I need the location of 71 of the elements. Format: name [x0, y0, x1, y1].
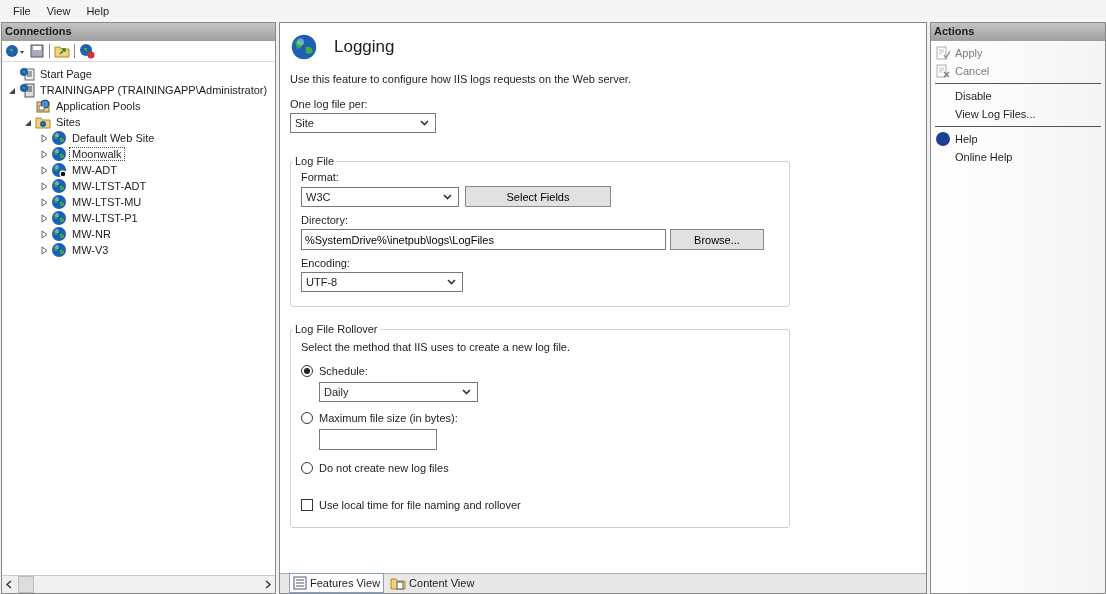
folder-document-icon	[390, 576, 407, 590]
dropdown[interactable]: Daily	[319, 382, 478, 402]
description-text: Select the method that IIS uses to create a new log file.	[301, 341, 572, 353]
action-link[interactable]: Disable	[955, 90, 992, 102]
radio-label: Do not create new log files	[319, 462, 449, 474]
tree-item[interactable]: TRAININGAPP (TRAININGAPP\Administrator)	[37, 83, 271, 97]
group-title: Log File Rollover	[294, 323, 379, 335]
expand-arrow-icon[interactable]	[40, 213, 49, 223]
globe-icon	[290, 33, 318, 61]
description-text: Use this feature to configure how IIS logs requests on the Web server.	[290, 73, 631, 85]
radio-button[interactable]	[301, 412, 313, 424]
tree-item[interactable]: MW-V3	[69, 243, 112, 257]
save-icon[interactable]	[29, 43, 45, 59]
field-label: Directory:	[301, 214, 350, 226]
tree-item[interactable]: Default Web Site	[69, 131, 158, 145]
tree-item[interactable]: MW-LTST-ADT	[69, 179, 150, 193]
expand-arrow-icon[interactable]	[40, 197, 49, 207]
action-link[interactable]: Help	[955, 133, 978, 145]
menu-item[interactable]: File	[6, 3, 38, 19]
menu-item[interactable]: Help	[79, 3, 116, 19]
tree-item[interactable]: Sites	[53, 115, 84, 129]
checkbox-label: Use local time for file naming and rollover	[319, 499, 521, 511]
expand-arrow-icon[interactable]	[40, 245, 49, 255]
tree-item[interactable]: MW-LTST-P1	[69, 211, 141, 225]
radio-button[interactable]	[301, 365, 313, 377]
connections-header: Connections	[2, 23, 275, 41]
tree-item[interactable]: MW-NR	[69, 227, 114, 241]
expand-arrow-icon[interactable]	[40, 149, 49, 159]
directory-field[interactable]: %SystemDrive%\inetpub\logs\LogFiles	[301, 229, 666, 250]
tree-item[interactable]: MW-LTST-MU	[69, 195, 145, 209]
action-link[interactable]: View Log Files...	[955, 108, 1036, 120]
scrollbar-thumb[interactable]	[18, 576, 34, 593]
radio-label: Schedule:	[319, 365, 368, 377]
view-tab[interactable]: Content View	[386, 573, 479, 593]
document-cross-icon	[935, 63, 951, 79]
dropdown[interactable]: W3C	[301, 186, 459, 207]
document-check-icon	[935, 45, 951, 61]
expand-arrow-icon[interactable]	[40, 133, 49, 143]
list-view-icon	[293, 576, 307, 590]
radio-button[interactable]	[301, 462, 313, 474]
group-title: Log File	[294, 155, 336, 167]
tree-item[interactable]: MW-ADT	[69, 163, 120, 177]
browse-button[interactable]: Browse...	[670, 229, 764, 250]
globe-connect-icon[interactable]	[79, 43, 95, 59]
dropdown[interactable]: Site	[290, 113, 436, 133]
expand-arrow-icon[interactable]	[40, 181, 49, 191]
server-icon	[19, 82, 35, 98]
menu-item[interactable]: View	[39, 3, 78, 19]
checkbox[interactable]	[301, 499, 313, 511]
folder-icon	[35, 114, 51, 130]
page-title: Logging	[334, 37, 395, 57]
action-link[interactable]: Online Help	[955, 151, 1013, 163]
tree-item[interactable]: Application Pools	[53, 99, 144, 113]
field-label: Encoding:	[301, 257, 351, 269]
actions-header: Actions	[931, 23, 1105, 41]
application-pools-icon	[35, 98, 51, 114]
tree-item[interactable]: Moonwalk	[69, 147, 125, 161]
select-fields-button[interactable]: Select Fields	[465, 186, 611, 207]
folder-arrow-icon[interactable]	[54, 43, 70, 59]
help-icon	[935, 131, 951, 147]
expand-arrow-icon[interactable]	[40, 229, 49, 239]
radio-label: Maximum file size (in bytes):	[319, 412, 458, 424]
globe-dropdown-icon[interactable]	[5, 43, 25, 59]
file-size-field[interactable]	[319, 429, 437, 450]
start-page-icon	[19, 66, 35, 82]
field-label: Format:	[301, 171, 340, 183]
expand-arrow-icon[interactable]	[40, 165, 49, 175]
tree-item[interactable]: Start Page	[37, 67, 95, 81]
view-tab[interactable]: Features View	[289, 573, 385, 593]
dropdown[interactable]: UTF-8	[301, 272, 463, 292]
field-label: One log file per:	[290, 98, 368, 110]
